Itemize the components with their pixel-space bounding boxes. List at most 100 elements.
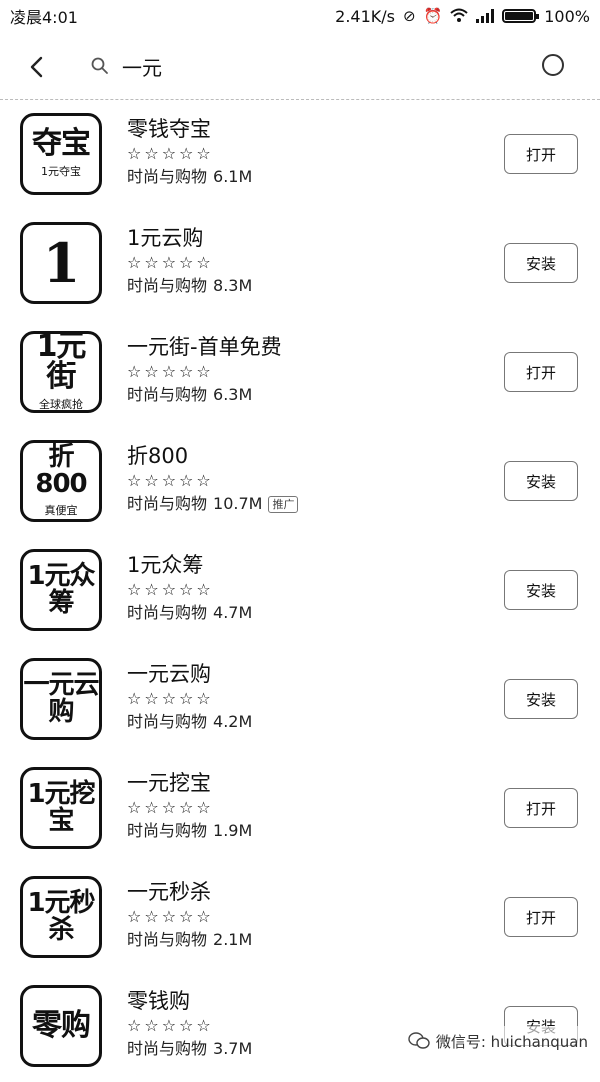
app-list-item[interactable]: 1元秒杀 一元秒杀 ☆☆☆☆☆ 时尚与购物 2.1M 打开 <box>0 864 600 973</box>
app-name[interactable]: 一元云购 <box>127 660 477 688</box>
app-name[interactable]: 零钱购 <box>127 987 477 1015</box>
app-icon-text: 1元街 <box>36 331 87 394</box>
app-meta: 时尚与购物 1.9M <box>127 819 477 843</box>
app-name[interactable]: 一元挖宝 <box>127 769 477 797</box>
app-info: 1元众筹 ☆☆☆☆☆ 时尚与购物 4.7M <box>127 551 477 625</box>
rating-stars: ☆☆☆☆☆ <box>127 253 214 272</box>
app-meta: 时尚与购物 8.3M <box>127 274 477 298</box>
back-button[interactable] <box>20 50 54 84</box>
voice-search-button[interactable] <box>542 54 564 76</box>
rating-stars: ☆☆☆☆☆ <box>127 798 214 817</box>
app-name[interactable]: 折800 <box>127 442 477 470</box>
install-button[interactable]: 安装 <box>504 243 578 283</box>
app-list-item[interactable]: 1元街 全球疯抢 一元街-首单免费 ☆☆☆☆☆ 时尚与购物 6.3M 打开 <box>0 319 600 428</box>
app-icon[interactable]: 零购 <box>20 985 102 1067</box>
search-results-list: 夺宝 1元夺宝 零钱夺宝 ☆☆☆☆☆ 时尚与购物 6.1M 打开 1 1元云购 ☆☆☆☆☆ 时尚与购… <box>0 101 600 1082</box>
app-category: 时尚与购物 <box>127 1039 208 1058</box>
app-info: 零钱夺宝 ☆☆☆☆☆ 时尚与购物 6.1M <box>127 115 477 189</box>
app-size: 10.7M <box>213 494 263 513</box>
open-button[interactable]: 打开 <box>504 352 578 392</box>
app-icon-text: 零购 <box>32 1008 91 1043</box>
app-icon-subtext: 真便宜 <box>44 504 78 518</box>
app-list-item[interactable]: 1 1元云购 ☆☆☆☆☆ 时尚与购物 8.3M 安装 <box>0 210 600 319</box>
rating-stars: ☆☆☆☆☆ <box>127 580 214 599</box>
rating-stars: ☆☆☆☆☆ <box>127 144 214 163</box>
app-name[interactable]: 一元秒杀 <box>127 878 477 906</box>
rating-stars: ☆☆☆☆☆ <box>127 471 214 490</box>
net-speed: 2.41K/s <box>335 6 395 26</box>
app-name[interactable]: 1元众筹 <box>127 551 477 579</box>
install-button[interactable]: 安装 <box>504 679 578 719</box>
status-icons: 2.41K/s ⊘ ⏰ 100% <box>335 7 590 26</box>
app-icon-text: 夺宝 <box>32 126 91 161</box>
app-icon-text: 1元挖宝 <box>27 778 95 836</box>
app-category: 时尚与购物 <box>127 930 208 949</box>
promo-badge: 推广 <box>268 495 299 513</box>
app-list-item[interactable]: 一元云购 一元云购 ☆☆☆☆☆ 时尚与购物 4.2M 安装 <box>0 646 600 755</box>
app-icon-text: 一元云购 <box>23 669 99 727</box>
app-size: 8.3M <box>213 276 253 295</box>
app-icon-text: 1元秒杀 <box>27 887 95 945</box>
search-input[interactable] <box>122 50 502 82</box>
app-icon-text: 折800 <box>35 441 87 499</box>
app-category: 时尚与购物 <box>127 385 208 404</box>
app-icon-subtext: 1元夺宝 <box>41 165 81 178</box>
app-category: 时尚与购物 <box>127 821 208 840</box>
install-button[interactable]: 安装 <box>504 570 578 610</box>
open-button[interactable]: 打开 <box>504 788 578 828</box>
app-icon-text: 1 <box>42 231 81 295</box>
app-size: 4.2M <box>213 712 253 731</box>
app-icon[interactable]: 1元街全球疯抢 <box>20 331 102 413</box>
app-list-item[interactable]: 1元挖宝 一元挖宝 ☆☆☆☆☆ 时尚与购物 1.9M 打开 <box>0 755 600 864</box>
wifi-icon <box>450 8 468 25</box>
signal-icon <box>476 9 495 23</box>
app-info: 一元云购 ☆☆☆☆☆ 时尚与购物 4.2M <box>127 660 477 734</box>
battery-icon <box>502 9 540 23</box>
mute-icon: ⊘ <box>402 6 416 25</box>
app-meta: 时尚与购物 2.1M <box>127 928 477 952</box>
app-list-item[interactable]: 1元众筹 1元众筹 ☆☆☆☆☆ 时尚与购物 4.7M 安装 <box>0 537 600 646</box>
app-icon-text: 1元众筹 <box>27 560 95 618</box>
rating-stars: ☆☆☆☆☆ <box>127 907 214 926</box>
rating-stars: ☆☆☆☆☆ <box>127 689 214 708</box>
app-icon[interactable]: 1元秒杀 <box>20 876 102 958</box>
app-name[interactable]: 1元云购 <box>127 224 477 252</box>
app-list-item[interactable]: 折800 真便宜 折800 ☆☆☆☆☆ 时尚与购物 10.7M 推广 安装 <box>0 428 600 537</box>
app-list-item[interactable]: 夺宝 1元夺宝 零钱夺宝 ☆☆☆☆☆ 时尚与购物 6.1M 打开 <box>0 101 600 210</box>
app-info: 一元挖宝 ☆☆☆☆☆ 时尚与购物 1.9M <box>127 769 477 843</box>
open-button[interactable]: 打开 <box>504 897 578 937</box>
app-name[interactable]: 一元街-首单免费 <box>127 333 477 361</box>
app-info: 折800 ☆☆☆☆☆ 时尚与购物 10.7M 推广 <box>127 442 477 516</box>
app-name[interactable]: 零钱夺宝 <box>127 115 477 143</box>
watermark: 微信号: huichanquan <box>403 1026 592 1056</box>
app-category: 时尚与购物 <box>127 276 208 295</box>
open-button[interactable]: 打开 <box>504 134 578 174</box>
app-icon-subtext: 全球疯抢 <box>39 398 83 411</box>
app-size: 4.7M <box>213 603 253 622</box>
app-icon[interactable]: 夺宝 1元夺宝 <box>20 113 102 195</box>
app-icon[interactable]: 折800 真便宜 <box>20 440 102 522</box>
app-info: 1元云购 ☆☆☆☆☆ 时尚与购物 8.3M <box>127 224 477 298</box>
app-icon[interactable]: 一元云购 <box>20 658 102 740</box>
app-icon[interactable]: 1 <box>20 222 102 304</box>
battery-fill <box>505 12 534 20</box>
rating-stars: ☆☆☆☆☆ <box>127 362 214 381</box>
app-icon[interactable]: 1元挖宝 <box>20 767 102 849</box>
install-button[interactable]: 安装 <box>504 461 578 501</box>
app-meta: 时尚与购物 4.2M <box>127 710 477 734</box>
app-info: 一元秒杀 ☆☆☆☆☆ 时尚与购物 2.1M <box>127 878 477 952</box>
app-meta: 时尚与购物 10.7M 推广 <box>127 492 477 516</box>
app-info: 一元街-首单免费 ☆☆☆☆☆ 时尚与购物 6.3M <box>127 333 477 407</box>
app-meta: 时尚与购物 4.7M <box>127 601 477 625</box>
battery-percent: 100% <box>544 6 590 26</box>
app-size: 1.9M <box>213 821 253 840</box>
app-category: 时尚与购物 <box>127 712 208 731</box>
app-category: 时尚与购物 <box>127 167 208 186</box>
app-size: 3.7M <box>213 1039 253 1058</box>
app-icon[interactable]: 1元众筹 <box>20 549 102 631</box>
app-size: 6.3M <box>213 385 253 404</box>
app-size: 2.1M <box>213 930 253 949</box>
search-header <box>0 32 600 100</box>
app-category: 时尚与购物 <box>127 603 208 622</box>
watermark-text: 微信号: huichanquan <box>435 1032 588 1051</box>
